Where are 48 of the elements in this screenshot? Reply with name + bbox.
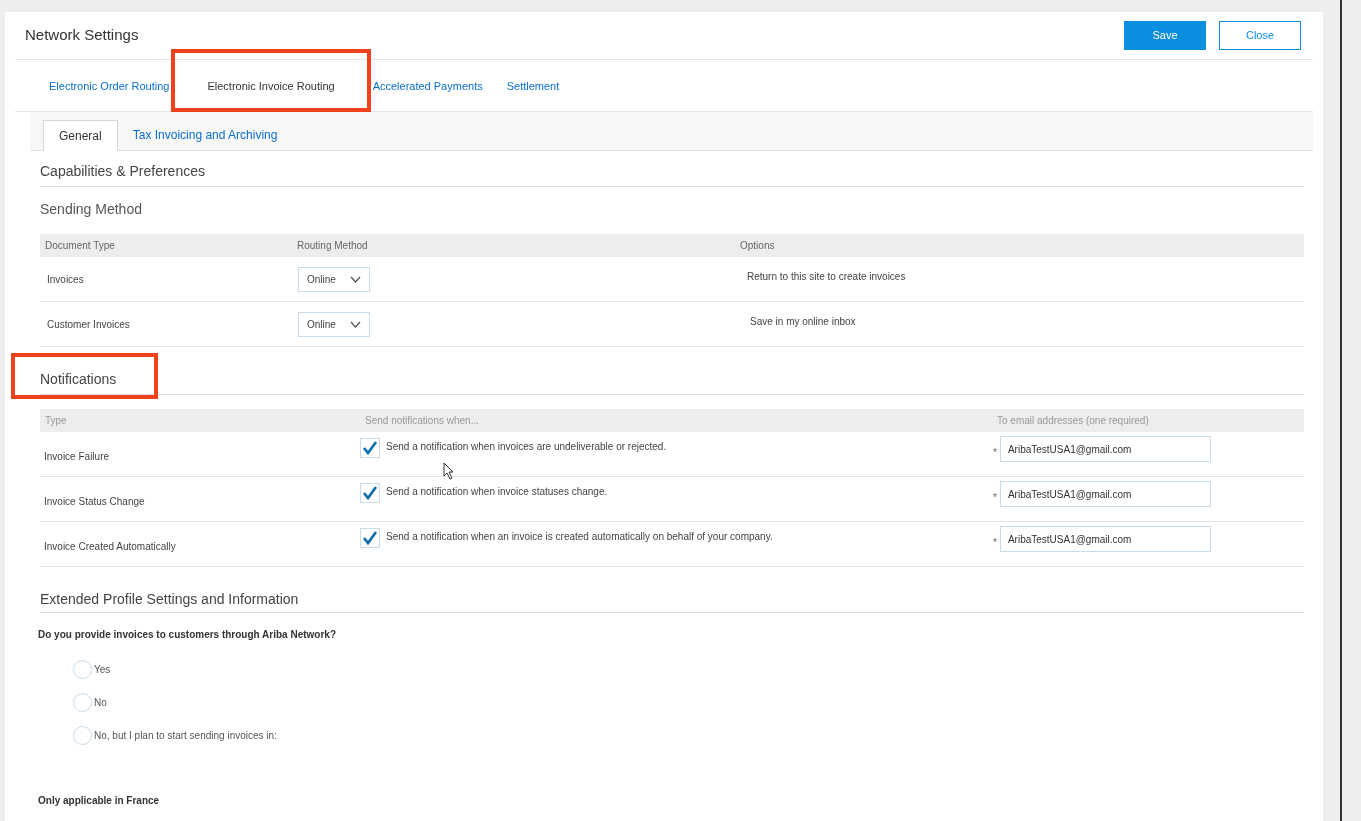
routing-dropdown[interactable]: Online (298, 266, 370, 292)
notification-description: Send a notification when an invoice is created automatically on behalf of your company. (386, 530, 773, 544)
notification-description: Send a notification when invoices are undeliverable or rejected. (386, 440, 667, 454)
radio-option[interactable]: No, but I plan to start sending invoices in: (73, 726, 1304, 745)
column-header: To email addresses (one required) (997, 414, 1150, 428)
required-mark: * (993, 535, 997, 550)
table-cell-text: Invoice Status Change (44, 495, 146, 509)
checkbox[interactable] (360, 438, 380, 458)
chevron-down-icon (350, 320, 361, 328)
chevron-down-icon (350, 275, 361, 283)
email-field[interactable]: AribaTestUSA1@gmail.com (999, 481, 1211, 507)
tab[interactable]: Accelerated Payments (372, 73, 483, 99)
tab[interactable]: Settlement (506, 73, 560, 99)
section-heading: Capabilities & Preferences (40, 151, 1304, 187)
required-mark: * (993, 445, 997, 460)
notification-description: Send a notification when invoice statuses change. (386, 485, 608, 499)
tab[interactable]: General (43, 120, 118, 151)
checkbox[interactable] (360, 483, 380, 503)
column-header: Document Type (45, 239, 116, 253)
tab[interactable]: Electronic Order Routing (49, 73, 170, 99)
required-mark: * (993, 490, 997, 505)
close-button[interactable]: Close (1219, 21, 1301, 50)
column-header: Send notifications when... (365, 414, 480, 428)
table-cell-text: Invoice Failure (44, 450, 111, 464)
section-heading: Sending Method (40, 200, 143, 219)
table-cell-text: Return to this site to create invoices (747, 270, 906, 284)
mouse-pointer-icon (443, 462, 455, 480)
tab[interactable]: Electronic Invoice Routing (193, 73, 349, 99)
note-text: Only applicable in France (38, 794, 161, 808)
column-header: Options (740, 239, 776, 253)
table-cell-text: Customer Invoices (47, 317, 131, 332)
table-cell-text: Invoices (47, 272, 85, 287)
radio-option[interactable]: No (73, 693, 1304, 712)
column-header: Routing Method (297, 239, 369, 253)
question-text: Do you provide invoices to customers through Ariba Network? (38, 628, 337, 642)
email-field[interactable]: AribaTestUSA1@gmail.com (999, 436, 1211, 462)
table-cell-text: Invoice Created Automatically (44, 540, 177, 554)
section-heading: Extended Profile Settings and Information (40, 567, 1304, 613)
radio-option[interactable]: Yes (73, 660, 1304, 679)
page-title: Network Settings (25, 25, 139, 46)
column-header: Type (45, 414, 68, 428)
checkbox[interactable] (360, 528, 380, 548)
table-cell-text: Save in my online inbox (749, 315, 856, 329)
save-button[interactable]: Save (1124, 21, 1206, 50)
email-field[interactable]: AribaTestUSA1@gmail.com (999, 526, 1211, 552)
routing-dropdown[interactable]: Online (298, 311, 370, 337)
tab[interactable]: Tax Invoicing and Archiving (117, 119, 293, 150)
section-heading: Notifications (40, 371, 117, 387)
